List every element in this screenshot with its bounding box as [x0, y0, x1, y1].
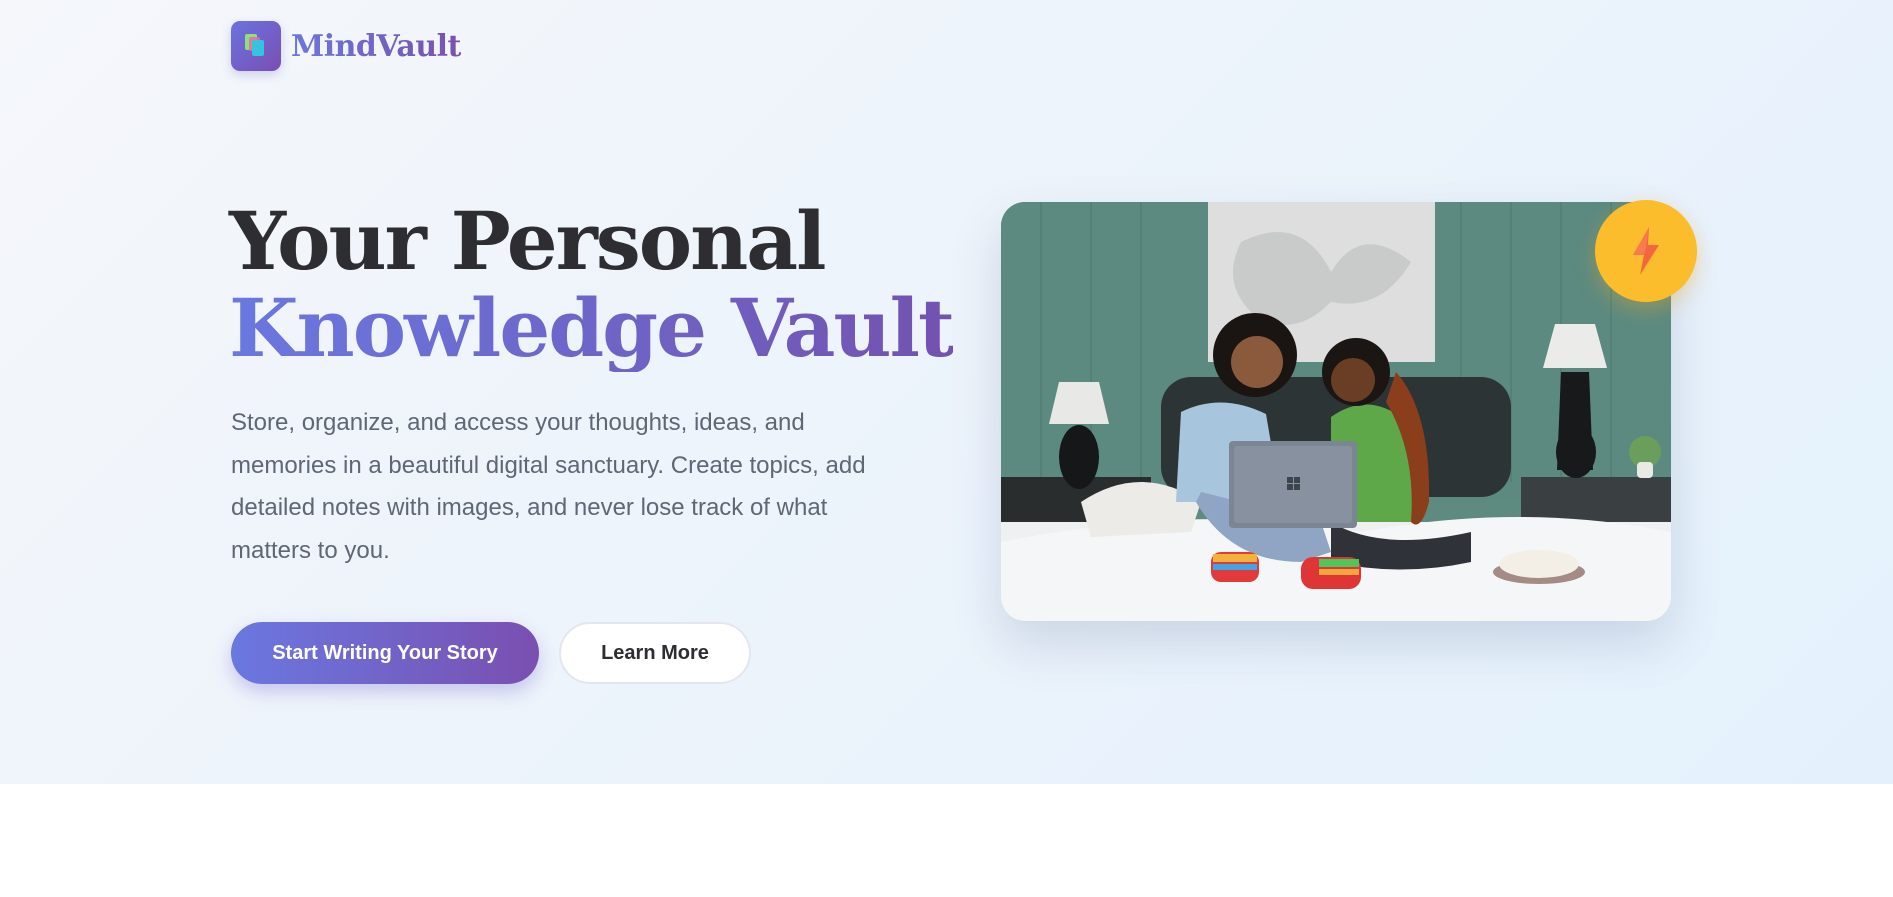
brand-name: MindVault — [291, 28, 461, 64]
hero-title: Your Personal Knowledge Vault — [229, 194, 955, 375]
learn-more-button[interactable]: Learn More — [559, 622, 751, 684]
stacked-notes-icon — [231, 21, 281, 71]
hero-title-line2: Knowledge Vault — [229, 281, 955, 375]
hero-title-line1: Your Personal — [229, 194, 827, 288]
start-writing-button[interactable]: Start Writing Your Story — [231, 622, 539, 684]
hero-section: MindVault Your Personal Knowledge Vault … — [0, 0, 1893, 784]
lightning-bolt-icon — [1633, 227, 1659, 275]
hero-photo-illustration — [1001, 202, 1671, 621]
hero-description: Store, organize, and access your thought… — [231, 409, 866, 564]
lightning-badge — [1595, 200, 1697, 302]
brand-logo-link[interactable]: MindVault — [231, 21, 461, 71]
hero-photo — [1001, 202, 1671, 621]
